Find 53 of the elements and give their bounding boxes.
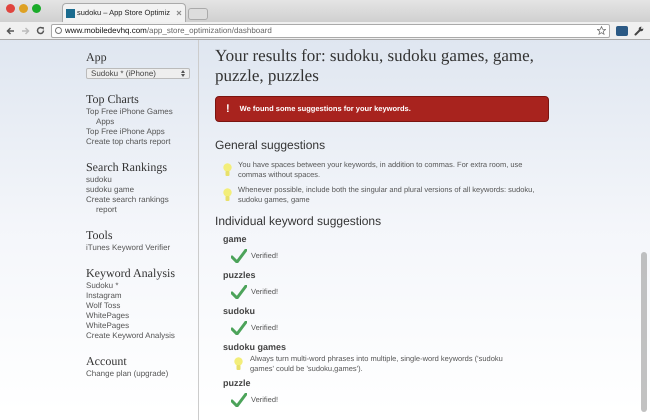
page-title: Your results for: sudoku, sudoku games, game, puzzle, puzzles (215, 46, 535, 86)
section-heading: App (86, 49, 108, 66)
url-text: www.mobiledevhq.com/app_store_optimization/dashboard (65, 24, 272, 36)
sidebar-link[interactable]: Top Free iPhone Apps (86, 127, 186, 137)
section-heading: Tools (86, 228, 114, 243)
checkmark-icon (231, 284, 247, 298)
favicon-icon (66, 8, 75, 18)
forward-arrow-icon[interactable] (21, 26, 30, 34)
close-window-icon[interactable] (6, 4, 15, 13)
minimize-window-icon[interactable] (19, 4, 28, 13)
globe-icon (55, 27, 62, 34)
reload-icon[interactable] (36, 26, 45, 35)
wrench-icon[interactable] (634, 26, 644, 36)
checkmark-icon (231, 392, 247, 406)
lightbulb-icon (223, 188, 232, 202)
exclamation-icon: ! (226, 100, 230, 118)
lightbulb-icon (234, 356, 243, 370)
sidebar-link[interactable]: WhitePages (86, 311, 186, 321)
checkmark-icon (231, 248, 247, 262)
close-icon[interactable] (176, 10, 182, 16)
sidebar-link[interactable]: Top Free iPhone Games Apps (86, 107, 186, 127)
sidebar-link[interactable]: Change plan (upgrade) (86, 369, 186, 379)
sidebar-link[interactable]: Wolf Toss (86, 301, 186, 311)
section-heading: Search Rankings (86, 160, 168, 175)
keyword-label: game (223, 233, 248, 245)
sidebar-link[interactable]: iTunes Keyword Verifier (86, 243, 186, 253)
new-tab-button[interactable] (188, 8, 208, 20)
section-heading: Individual keyword suggestions (215, 213, 382, 230)
section-heading: Account (86, 354, 128, 369)
back-arrow-icon[interactable] (6, 26, 15, 34)
keyword-label: sudoku games (223, 341, 288, 353)
address-field[interactable]: www.mobiledevhq.com/app_store_optimization/dashboard (51, 24, 610, 38)
section-heading: Keyword Analysis (86, 266, 176, 281)
keyword-label: puzzles (223, 269, 257, 281)
zoom-window-icon[interactable] (32, 4, 41, 13)
sidebar-link[interactable]: Sudoku * (86, 281, 186, 291)
keyword-label: sudoku (223, 305, 256, 317)
keyword-label: puzzle (223, 377, 252, 389)
scrollbar-thumb[interactable] (641, 252, 647, 412)
sidebar-link[interactable]: sudoku (86, 175, 186, 185)
section-heading: General suggestions (215, 137, 326, 154)
sidebar-link[interactable]: Create search rankings report (86, 195, 186, 215)
sidebar-link[interactable]: Instagram (86, 291, 186, 301)
sidebar-link[interactable]: WhitePages (86, 321, 186, 331)
app-select[interactable]: Sudoku * (iPhone) (86, 68, 190, 79)
sidebar-link[interactable]: sudoku game (86, 185, 186, 195)
select-arrows-icon (181, 70, 185, 77)
section-heading: Top Charts (86, 92, 140, 107)
star-icon[interactable] (597, 26, 606, 35)
sidebar-link[interactable]: Create Keyword Analysis (86, 331, 186, 341)
sidebar-link[interactable]: Create top charts report (86, 137, 186, 147)
lightbulb-icon (223, 163, 232, 177)
checkmark-icon (231, 320, 247, 334)
